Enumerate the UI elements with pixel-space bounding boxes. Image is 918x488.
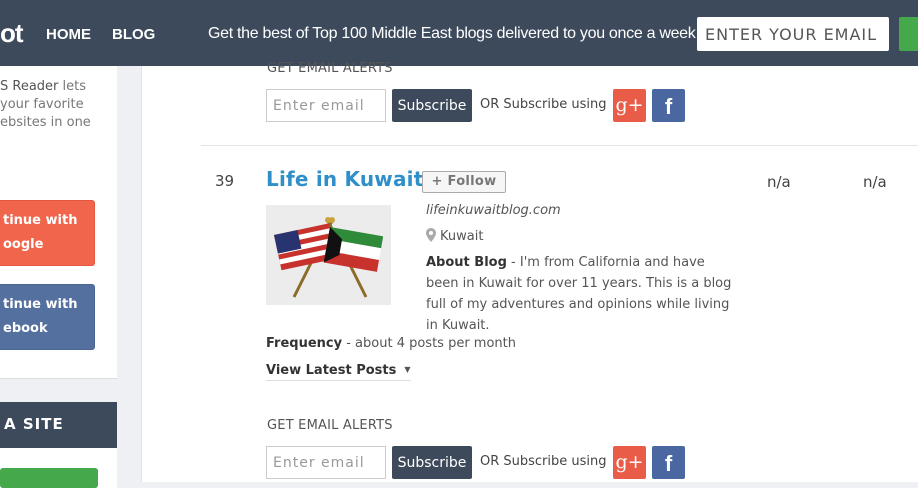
- blog-rank: 39: [215, 172, 235, 190]
- reader-text-3: ebsites in one: [0, 115, 91, 130]
- subscribe-using-text: OR Subscribe using: [480, 97, 607, 112]
- email-alerts-label: GET EMAIL ALERTS: [267, 61, 393, 76]
- frequency-text: - about 4 posts per month: [342, 336, 516, 351]
- add-site-header: A SITE: [0, 402, 117, 448]
- latest-posts-label: View Latest Posts: [266, 363, 397, 378]
- continue-with-google-button[interactable]: tinue with oogle: [0, 200, 95, 266]
- view-latest-posts-dropdown[interactable]: View Latest Posts ▼: [266, 363, 411, 381]
- google-button-line1: tinue with: [3, 213, 78, 228]
- frequency-label: Frequency: [266, 336, 343, 351]
- email-alert-input-2[interactable]: [266, 446, 386, 479]
- follow-button[interactable]: + Follow: [422, 171, 506, 193]
- facebook-icon-2[interactable]: f: [652, 446, 685, 479]
- subscribe-using-text-2: OR Subscribe using: [480, 454, 607, 469]
- reader-brand: S Reader: [0, 79, 59, 94]
- subscribe-button[interactable]: Subscribe: [392, 89, 472, 122]
- facebook-button-line2: ebook: [3, 321, 48, 336]
- google-button-line2: oogle: [3, 237, 44, 252]
- stat-column-2: n/a: [863, 173, 887, 191]
- reader-description: S Reader lets your favorite ebsites in o…: [0, 78, 110, 132]
- continue-with-facebook-button[interactable]: tinue with ebook: [0, 284, 95, 350]
- location-text: Kuwait: [440, 229, 484, 244]
- top-bar: ot HOME BLOG Get the best of Top 100 Mid…: [0, 0, 918, 66]
- reader-text-2: your favorite: [0, 97, 84, 112]
- google-plus-icon-2[interactable]: g+: [613, 446, 646, 479]
- facebook-button-line1: tinue with: [3, 297, 78, 312]
- nav-blog[interactable]: BLOG: [112, 26, 155, 43]
- google-plus-icon[interactable]: g+: [613, 89, 646, 122]
- reader-text-1: lets: [58, 79, 87, 94]
- caret-down-icon: ▼: [404, 365, 411, 374]
- blog-thumbnail[interactable]: [266, 205, 391, 305]
- blog-about: About Blog - I'm from California and hav…: [426, 252, 736, 336]
- newsletter-tagline: Get the best of Top 100 Middle East blog…: [208, 25, 696, 42]
- entry-divider: [201, 145, 918, 146]
- blog-frequency: Frequency - about 4 posts per month: [266, 336, 516, 351]
- email-alert-input[interactable]: [266, 89, 386, 122]
- about-label: About Blog: [426, 255, 507, 270]
- add-site-title: A SITE: [4, 415, 64, 433]
- blog-location: Kuwait: [426, 228, 483, 244]
- blog-url-link[interactable]: lifeinkuwaitblog.com: [426, 203, 561, 218]
- kuwait-us-flags-image: [266, 205, 391, 305]
- stat-column-1: n/a: [767, 173, 791, 191]
- header-email-input[interactable]: [697, 17, 889, 51]
- site-logo[interactable]: ot: [0, 18, 24, 49]
- header-subscribe-button[interactable]: [899, 17, 918, 51]
- location-pin-icon: [426, 228, 436, 242]
- subscribe-button-2[interactable]: Subscribe: [392, 446, 472, 479]
- nav-home[interactable]: HOME: [46, 26, 91, 43]
- email-alerts-label-2: GET EMAIL ALERTS: [267, 418, 393, 433]
- add-site-button[interactable]: [0, 468, 98, 488]
- facebook-icon[interactable]: f: [652, 89, 685, 122]
- blog-title-link[interactable]: Life in Kuwait: [266, 167, 423, 191]
